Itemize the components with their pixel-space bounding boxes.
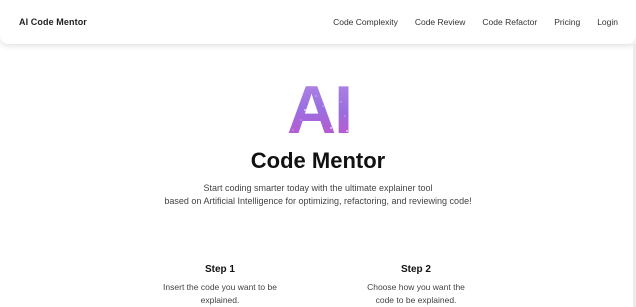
top-navbar: AI Code Mentor Code Complexity Code Revi… <box>0 0 636 44</box>
step-description: Insert the code you want to be explained… <box>140 281 300 307</box>
hero-subtitle: Start coding smarter today with the ulti… <box>0 182 636 208</box>
sparkle-icon <box>296 93 298 95</box>
ai-logo-text: AI <box>287 76 351 138</box>
sparkle-icon <box>304 109 306 111</box>
step-description: Choose how you want the code to be expla… <box>336 281 496 307</box>
step-description-line: Choose how you want the <box>367 282 465 292</box>
page-title: Code Mentor <box>250 148 386 173</box>
step-description-line: Insert the code you want to be <box>163 282 277 292</box>
step-card-2: Step 2 Choose how you want the code to b… <box>336 264 496 307</box>
step-title: Step 1 <box>204 264 235 275</box>
step-description-line: code to be explained. <box>375 295 457 305</box>
sparkle-icon <box>346 130 348 132</box>
nav-links: Code Complexity Code Review Code Refacto… <box>333 17 618 27</box>
nav-link-code-review[interactable]: Code Review <box>415 17 466 27</box>
sparkle-icon <box>330 127 332 129</box>
hero-subtitle-line-2: based on Artificial Intelligence for opt… <box>164 196 472 206</box>
nav-link-code-complexity[interactable]: Code Complexity <box>333 17 398 27</box>
sparkle-icon <box>322 105 324 107</box>
sparkle-icon <box>326 85 328 87</box>
sparkle-icon <box>308 84 310 86</box>
sparkle-icon <box>315 95 317 97</box>
sparkle-icon <box>337 89 339 91</box>
nav-link-login[interactable]: Login <box>597 17 618 27</box>
sparkle-icon <box>340 101 342 103</box>
step-title: Step 2 <box>400 264 431 275</box>
step-card-1: Step 1 Insert the code you want to be ex… <box>140 264 300 307</box>
sparkle-icon <box>292 129 294 131</box>
step-description-line: explained. <box>200 295 240 305</box>
page: AI Code Mentor Code Complexity Code Revi… <box>0 0 636 307</box>
nav-link-pricing[interactable]: Pricing <box>554 17 580 27</box>
ai-logo: AI <box>283 76 355 138</box>
sparkle-icon <box>344 115 346 117</box>
sparkle-icon <box>300 119 302 121</box>
ai-logo-graphic: AI <box>287 76 353 138</box>
hero-subtitle-line-1: Start coding smarter today with the ulti… <box>203 183 433 193</box>
brand-logo-text[interactable]: AI Code Mentor <box>19 17 87 27</box>
nav-link-code-refactor[interactable]: Code Refactor <box>482 17 537 27</box>
